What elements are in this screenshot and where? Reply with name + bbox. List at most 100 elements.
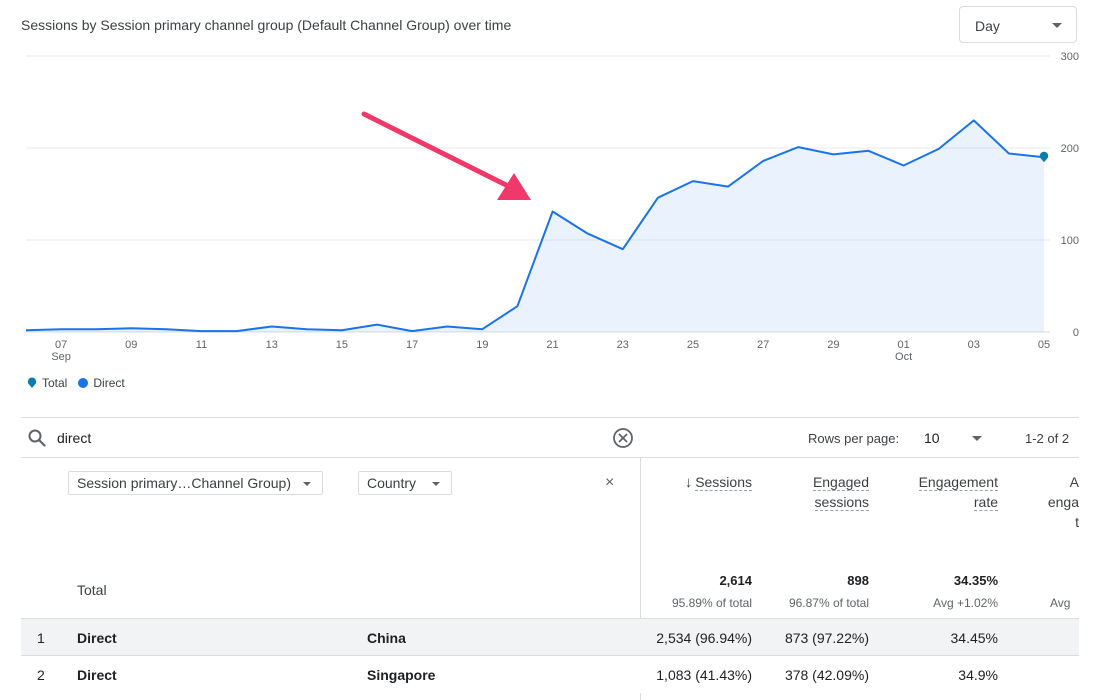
dot-icon xyxy=(78,378,89,388)
data-point xyxy=(165,328,167,330)
total-engaged-share: 96.87% of total xyxy=(788,596,869,610)
rows-per-page-select[interactable]: 10 xyxy=(924,430,986,448)
pin-icon xyxy=(27,377,37,388)
divider xyxy=(21,457,1079,458)
annotation-arrow-shaft xyxy=(361,111,509,188)
data-point xyxy=(657,196,659,198)
row-sessions: 2,534 (96.94%) xyxy=(656,630,752,646)
total-sessions-share: 95.89% of total xyxy=(671,596,752,610)
column-header-sessions[interactable]: ↓ Sessions xyxy=(660,472,752,493)
x-tick-sublabel: Sep xyxy=(51,351,71,363)
data-point xyxy=(60,328,62,330)
y-tick-label: 300 xyxy=(1061,51,1079,63)
x-tick-label: 15 xyxy=(336,339,348,351)
x-tick-label: 01 xyxy=(897,339,909,351)
column-header-avg-engagement[interactable]: A enga t xyxy=(1040,472,1079,532)
y-tick-label: 0 xyxy=(1073,327,1079,339)
chip-label: Country xyxy=(367,475,417,491)
data-point xyxy=(341,329,343,331)
table-row[interactable]: 2 Direct Singapore 1,083 (41.43%) 378 (4… xyxy=(21,655,1079,693)
x-tick-label: 17 xyxy=(406,339,418,351)
rows-per-page-value: 10 xyxy=(924,430,940,446)
data-point xyxy=(25,329,27,331)
chevron-down-icon xyxy=(972,436,982,441)
data-point xyxy=(902,164,904,166)
data-point xyxy=(762,160,764,162)
x-tick-label: 19 xyxy=(476,339,488,351)
row-index: 1 xyxy=(37,630,45,646)
x-tick-label: 11 xyxy=(196,339,207,351)
row-engaged: 378 (42.09%) xyxy=(784,667,869,683)
column-title: Engagement xyxy=(918,474,998,491)
data-point xyxy=(130,327,132,329)
dimension-chip-country[interactable]: Country xyxy=(358,471,452,495)
data-point xyxy=(235,330,237,332)
data-point xyxy=(797,146,799,148)
data-point xyxy=(446,325,448,327)
data-point xyxy=(586,232,588,234)
x-tick-label: 25 xyxy=(687,339,699,351)
legend-item-total[interactable]: Total xyxy=(26,376,67,390)
data-point xyxy=(200,330,202,332)
search-icon xyxy=(28,429,46,447)
dimension-chip-channel-group[interactable]: Session primary…Channel Group) xyxy=(68,471,323,495)
y-tick-label: 100 xyxy=(1061,235,1079,247)
total-sessions: 2,614 xyxy=(719,573,752,588)
clear-search-icon[interactable] xyxy=(612,427,634,449)
column-header-engagement-rate[interactable]: Engagement rate xyxy=(890,472,998,512)
x-tick-label: 29 xyxy=(827,339,839,351)
granularity-select[interactable]: Day xyxy=(959,6,1077,43)
data-point xyxy=(832,153,834,155)
pagination-range: 1-2 of 2 xyxy=(1025,431,1070,446)
x-tick-label: 27 xyxy=(757,339,769,351)
column-title: A xyxy=(1069,474,1079,490)
row-country: China xyxy=(367,630,406,646)
remove-dimension-icon[interactable]: × xyxy=(605,474,614,492)
x-tick-label: 09 xyxy=(125,339,137,351)
search-input[interactable]: direct xyxy=(57,430,91,446)
row-engaged: 873 (97.22%) xyxy=(784,630,869,646)
granularity-value: Day xyxy=(975,18,1000,34)
data-point xyxy=(937,148,939,150)
column-header-engaged-sessions[interactable]: Engaged sessions xyxy=(770,472,869,512)
data-point xyxy=(727,185,729,187)
chip-label: Session primary…Channel Group) xyxy=(77,475,291,491)
legend-label-direct: Direct xyxy=(93,376,125,390)
legend-label-total: Total xyxy=(42,376,68,390)
sort-down-icon: ↓ xyxy=(684,474,693,491)
data-point xyxy=(867,150,869,152)
data-point xyxy=(271,325,273,327)
chevron-down-icon xyxy=(1052,23,1062,28)
chevron-down-icon xyxy=(432,482,440,486)
chart-legend: Total Direct xyxy=(26,376,136,390)
chevron-down-icon xyxy=(303,482,311,486)
row-sessions: 1,083 (41.43%) xyxy=(656,667,752,683)
divider xyxy=(21,417,1079,418)
chart-title: Sessions by Session primary channel grou… xyxy=(21,17,512,33)
column-title: sessions xyxy=(814,494,869,511)
series-area-direct xyxy=(26,120,1044,333)
data-point xyxy=(481,328,483,330)
x-tick-label: 21 xyxy=(546,339,558,351)
column-title: rate xyxy=(973,494,998,511)
data-point xyxy=(1008,152,1010,154)
column-title: Sessions xyxy=(695,474,752,491)
total-label: Total xyxy=(77,582,107,598)
x-tick-label: 07 xyxy=(55,339,67,351)
column-title: Engaged xyxy=(812,474,869,491)
total-rate-avg: Avg +1.02% xyxy=(933,596,998,610)
x-tick-label: 03 xyxy=(968,339,980,351)
data-point xyxy=(376,323,378,325)
data-point xyxy=(973,119,975,121)
data-point xyxy=(551,210,553,212)
legend-item-direct[interactable]: Direct xyxy=(78,376,125,390)
row-country: Singapore xyxy=(367,667,436,683)
table-row[interactable]: 1 Direct China 2,534 (96.94%) 873 (97.22… xyxy=(21,618,1079,656)
x-tick-label: 23 xyxy=(617,339,629,351)
data-point xyxy=(95,328,97,330)
data-point xyxy=(516,305,518,307)
total-avg-cut: Avg xyxy=(1050,596,1071,610)
data-point xyxy=(306,328,308,330)
annotation-arrow-head xyxy=(497,173,531,200)
data-point xyxy=(692,180,694,182)
